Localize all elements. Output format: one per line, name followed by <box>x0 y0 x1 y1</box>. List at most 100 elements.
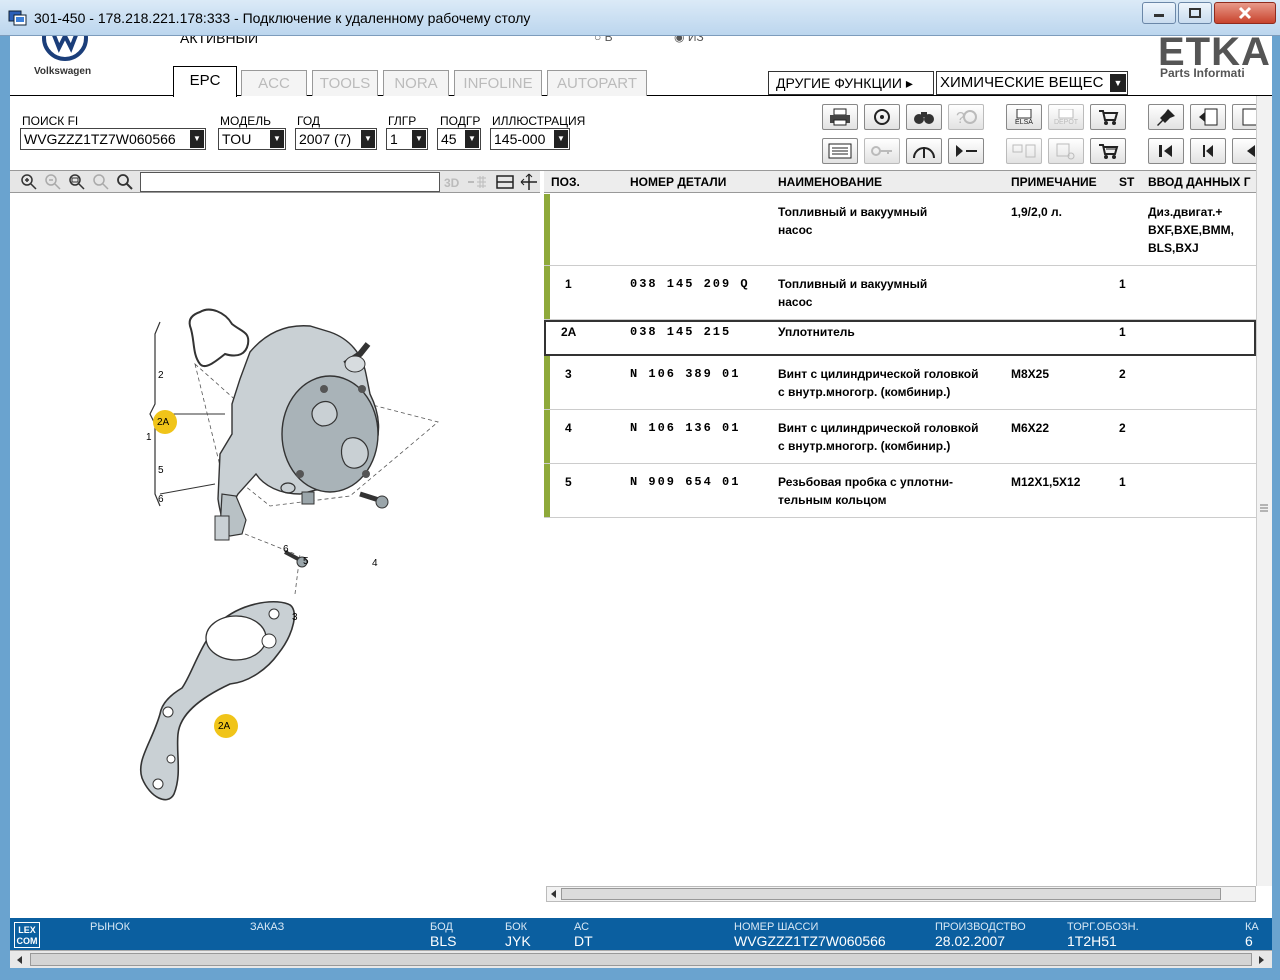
tab-nora[interactable]: NORA <box>383 70 449 96</box>
tab-tools[interactable]: TOOLS <box>312 70 378 96</box>
grid-dots-button[interactable] <box>466 172 488 192</box>
zoom-fit-button[interactable] <box>66 172 88 192</box>
sub-group-value: 45 <box>441 131 457 147</box>
model-label: МОДЕЛЬ <box>220 114 271 128</box>
zoom-out-button[interactable] <box>42 172 64 192</box>
table-row-selected[interactable]: 2A 038 145 215 Уплотнитель 1 <box>544 320 1256 356</box>
callout-6b: 6 <box>283 544 289 555</box>
chassis-value: WVGZZZ1TZ7W060566 <box>734 933 886 949</box>
app-header: Volkswagen АКТИВНЫЙ ○ В ◉ ИЗ EPC ACC TOO… <box>10 36 1272 97</box>
etka-client: Volkswagen АКТИВНЫЙ ○ В ◉ ИЗ EPC ACC TOO… <box>10 36 1272 968</box>
tab-epc[interactable]: EPC <box>173 66 237 97</box>
cell-name: Резьбовая пробка с уплотни- тельным коль… <box>778 475 953 507</box>
resize-button[interactable] <box>518 172 540 192</box>
cell-st: 1 <box>1119 325 1126 339</box>
back-page-button[interactable] <box>1190 104 1226 130</box>
elsa-button[interactable]: ELSA <box>1006 104 1042 130</box>
cell-part: 038 145 209 Q <box>630 277 750 291</box>
tab-autopart[interactable]: AUTOPART <box>547 70 647 96</box>
col-note[interactable]: ПРИМЕЧАНИЕ <box>1011 175 1097 189</box>
bok-label: БОК <box>505 921 528 933</box>
cell-input: Диз.двигат.+ BXF,BXE,BMM, BLS,BXJ <box>1148 205 1235 255</box>
illustration-search-input[interactable] <box>140 172 440 192</box>
scroll-thumb[interactable] <box>561 888 1221 900</box>
col-st[interactable]: ST <box>1119 175 1134 189</box>
cell-part: N 909 654 01 <box>630 475 741 489</box>
split-view-button[interactable] <box>494 172 516 192</box>
table-row[interactable]: 3 N 106 389 01 Винт с цилиндрической гол… <box>544 356 1256 410</box>
col-pos[interactable]: ПОЗ. <box>551 175 580 189</box>
cell-pos: 4 <box>565 421 572 435</box>
radio-v[interactable]: ○ В <box>594 36 613 44</box>
search-binoculars-button[interactable] <box>906 104 942 130</box>
cell-note: 1,9/2,0 л. <box>1011 205 1062 219</box>
scroll-left-icon <box>551 890 556 898</box>
search-button[interactable] <box>114 172 136 192</box>
3d-view-button[interactable]: 3D <box>442 172 464 192</box>
parts-table: ПОЗ. НОМЕР ДЕТАЛИ НАИМЕНОВАНИЕ ПРИМЕЧАНИ… <box>544 171 1272 886</box>
scroll-thumb[interactable] <box>30 953 1252 966</box>
depot-button[interactable]: DEPOT <box>1048 104 1084 130</box>
illustration-select[interactable]: 145-000 ▼ <box>490 128 570 150</box>
elsa-icon <box>1016 108 1032 118</box>
main-group-label: ГЛГР <box>388 114 417 128</box>
table-row[interactable]: 5 N 909 654 01 Резьбовая пробка с уплотн… <box>544 464 1256 518</box>
table-row[interactable]: Топливный и вакуумный насос 1,9/2,0 л. Д… <box>544 194 1256 266</box>
pin-button[interactable] <box>1148 104 1184 130</box>
main-group-select[interactable]: 1 ▼ <box>386 128 428 150</box>
illustration-label: ИЛЛЮСТРАЦИЯ <box>492 114 586 128</box>
ac-value: DT <box>574 933 593 949</box>
cell-name: Топливный и вакуумный насос <box>778 277 928 309</box>
zoom-in-button[interactable] <box>18 172 40 192</box>
print-button[interactable] <box>822 104 858 130</box>
ac-label: АС <box>574 921 590 933</box>
table-row[interactable]: 1 038 145 209 Q Топливный и вакуумный на… <box>544 266 1256 320</box>
cart-button[interactable] <box>1090 138 1126 164</box>
key-button[interactable] <box>864 138 900 164</box>
first-icon <box>1159 145 1172 157</box>
fi-search-value: WVGZZZ1TZ7W060566 <box>24 131 176 147</box>
vertical-scrollbar[interactable] <box>1256 96 1272 886</box>
model-select[interactable]: TOU ▼ <box>218 128 286 150</box>
col-part-number[interactable]: НОМЕР ДЕТАЛИ <box>630 175 726 189</box>
table-horizontal-scrollbar[interactable] <box>546 886 1256 902</box>
table-row[interactable]: 4 N 106 136 01 Винт с цилиндрической гол… <box>544 410 1256 464</box>
parts-illustration: 2 2A 1 5 6 6 5 4 3 2A <box>10 194 540 918</box>
fi-search-select[interactable]: WVGZZZ1TZ7W060566 ▼ <box>20 128 206 150</box>
first-button[interactable] <box>1148 138 1184 164</box>
previous-button[interactable] <box>1190 138 1226 164</box>
bod-value: BLS <box>430 933 457 949</box>
print-cart-button[interactable] <box>1048 138 1084 164</box>
tab-infoline[interactable]: INFOLINE <box>454 70 542 96</box>
transfer-button[interactable] <box>1006 138 1042 164</box>
help-button[interactable]: ? <box>948 104 984 130</box>
cell-st: 2 <box>1119 421 1126 435</box>
cart-add-button[interactable] <box>1090 104 1126 130</box>
close-icon <box>1238 6 1252 20</box>
radio-iz[interactable]: ◉ ИЗ <box>674 36 704 44</box>
fi-search-label: ПОИСК FI <box>22 114 79 128</box>
col-name[interactable]: НАИМЕНОВАНИЕ <box>778 175 882 189</box>
year-select[interactable]: 2007 (7) ▼ <box>295 128 377 150</box>
gauge-icon <box>913 147 935 159</box>
other-functions-button[interactable]: ДРУГИЕ ФУНКЦИИ ▸ <box>768 71 934 95</box>
maximize-button[interactable] <box>1178 2 1212 24</box>
row-marker <box>544 464 550 517</box>
close-button[interactable] <box>1214 2 1276 24</box>
gauge-button[interactable] <box>906 138 942 164</box>
disc-button[interactable] <box>864 104 900 130</box>
tab-acc[interactable]: ACC <box>241 70 307 96</box>
remote-horizontal-scrollbar[interactable] <box>10 950 1272 968</box>
col-input[interactable]: ВВОД ДАННЫХ Г <box>1148 175 1251 189</box>
search-icon <box>117 174 133 190</box>
trade-value: 1T2H51 <box>1067 933 1117 949</box>
sub-group-select[interactable]: 45 ▼ <box>437 128 481 150</box>
play-button[interactable] <box>948 138 984 164</box>
chemicals-select[interactable]: ХИМИЧЕСКИЕ ВЕЩЕС ▼ <box>936 71 1128 95</box>
minimize-button[interactable] <box>1142 2 1176 24</box>
cart-print-icon <box>1056 143 1075 160</box>
callout-3: 3 <box>292 612 298 623</box>
callout-2: 2 <box>158 370 164 381</box>
zoom-area-button[interactable] <box>90 172 112 192</box>
list-button[interactable] <box>822 138 858 164</box>
